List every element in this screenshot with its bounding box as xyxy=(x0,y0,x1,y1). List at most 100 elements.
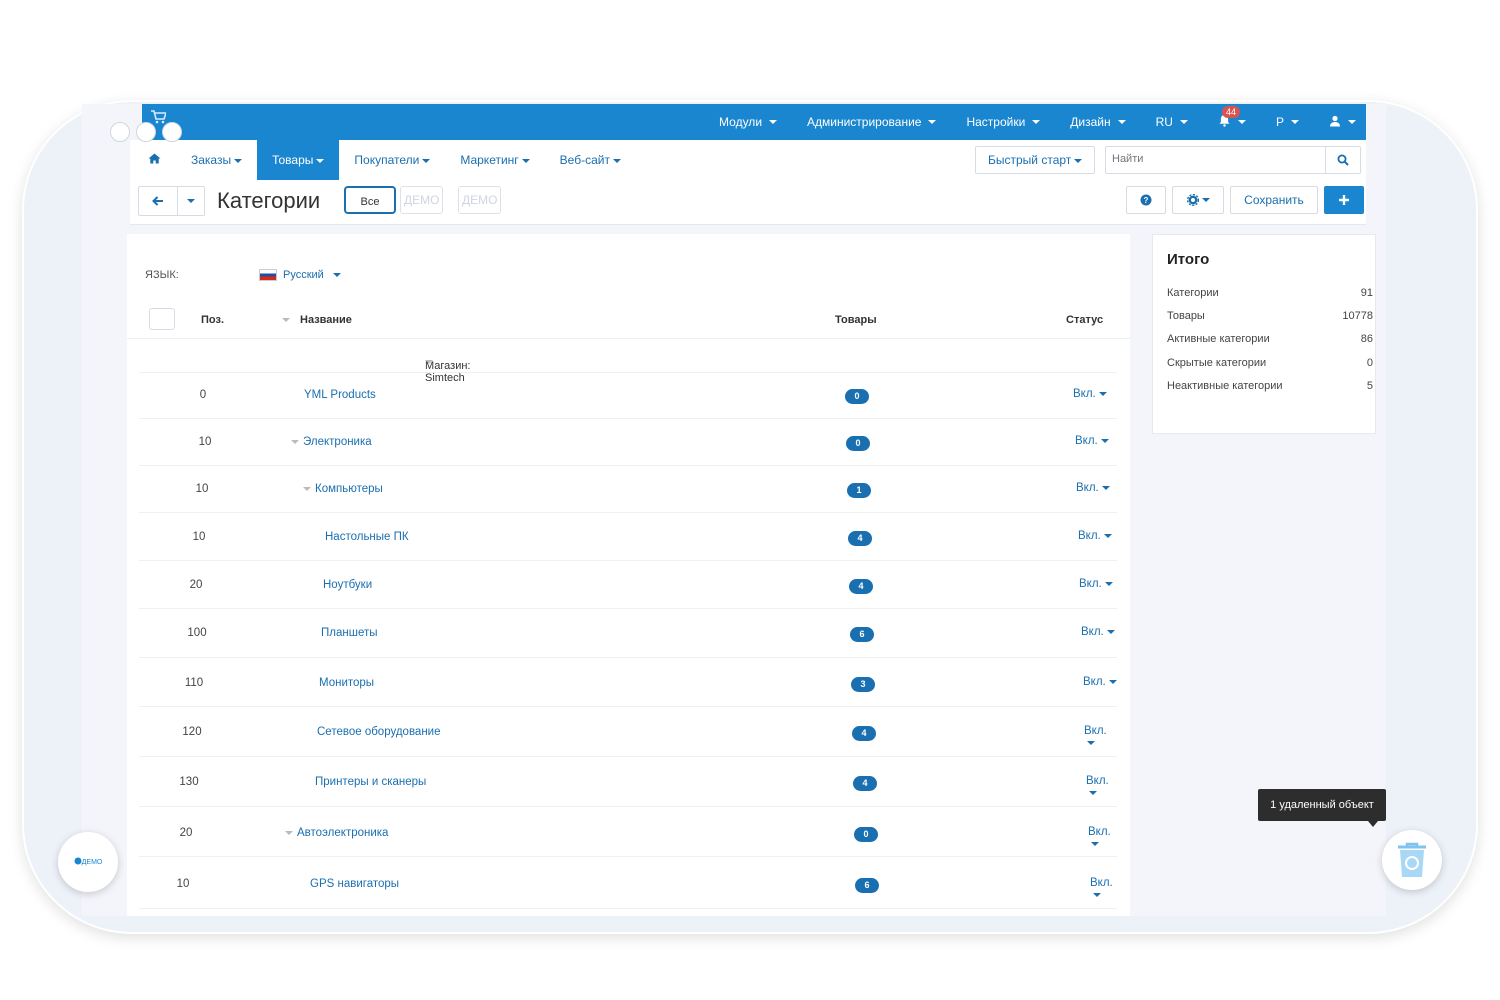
store-group-row[interactable]: Магазин: Simtech xyxy=(139,338,1117,384)
header-pos: Поз. xyxy=(201,314,225,326)
language-menu[interactable]: RU xyxy=(1156,115,1188,129)
category-link[interactable]: GPS навигаторы xyxy=(310,878,399,890)
filter-all-button[interactable]: Все xyxy=(344,186,396,214)
product-count-badge[interactable]: 6 xyxy=(850,627,874,642)
select-all-checkbox[interactable] xyxy=(149,308,175,330)
trash-icon[interactable] xyxy=(1382,830,1442,890)
menu-design[interactable]: Дизайн xyxy=(1070,115,1126,129)
status-dropdown[interactable]: Вкл. xyxy=(1090,877,1117,901)
language-select[interactable]: Русский xyxy=(259,269,341,281)
row-pos: 10 xyxy=(192,531,206,543)
totals-item: Активные категории 86 xyxy=(1167,333,1373,345)
product-count-badge[interactable]: 6 xyxy=(855,878,879,893)
tab-products[interactable]: Товары xyxy=(257,140,340,180)
row-pos: 10 xyxy=(195,483,209,495)
quickstart-button[interactable]: Быстрый старт xyxy=(975,146,1096,174)
status-dropdown[interactable]: Вкл. xyxy=(1081,626,1115,638)
category-link[interactable]: Настольные ПК xyxy=(325,531,409,543)
notifications-button[interactable]: 44 xyxy=(1218,106,1246,130)
top-bar: Модули Администрирование Настройки Дизай… xyxy=(142,104,1366,140)
search-box xyxy=(1105,146,1361,174)
demo-badge[interactable]: ДЕМО xyxy=(58,832,118,892)
table-row: 10 Настольные ПК 4 Вкл. xyxy=(139,512,1117,561)
product-count-badge[interactable]: 3 xyxy=(851,677,875,692)
totals-item: Товары 10778 xyxy=(1167,310,1373,322)
category-link[interactable]: Ноутбуки xyxy=(323,579,372,591)
trash-tooltip: 1 удаленный объект xyxy=(1258,789,1386,827)
product-count-badge[interactable]: 4 xyxy=(848,531,872,546)
header-status: Статус xyxy=(1066,314,1104,326)
table-header: Поз. Название Товары Статус xyxy=(127,304,1130,339)
totals-item: Скрытые категории 0 xyxy=(1167,357,1373,369)
language-label: ЯЗЫК: xyxy=(145,269,179,281)
back-dropdown-button[interactable] xyxy=(178,186,205,216)
russia-flag-icon xyxy=(259,269,277,281)
window-controls xyxy=(110,122,182,142)
status-dropdown[interactable]: Вкл. xyxy=(1078,530,1112,542)
product-count-badge[interactable]: 4 xyxy=(849,579,873,594)
category-link[interactable]: Компьютеры xyxy=(303,483,383,495)
save-button[interactable]: Сохранить xyxy=(1230,186,1318,214)
status-dropdown[interactable]: Вкл. xyxy=(1083,676,1117,688)
status-dropdown[interactable]: Вкл. xyxy=(1088,826,1117,850)
status-dropdown[interactable]: Вкл. xyxy=(1073,388,1107,400)
help-icon[interactable]: ? xyxy=(1126,186,1166,214)
svg-text:?: ? xyxy=(1144,196,1149,205)
back-button-group xyxy=(138,186,205,216)
totals-sidebar: Итого Категории 91 Товары 10778 Активные к… xyxy=(1152,234,1376,434)
user-menu[interactable] xyxy=(1329,115,1356,130)
table-row: 20 Ноутбуки 4 Вкл. xyxy=(139,560,1117,609)
tab-website[interactable]: Веб-сайт xyxy=(545,140,636,180)
product-count-badge[interactable]: 0 xyxy=(854,827,878,842)
row-pos: 110 xyxy=(184,677,204,689)
status-dropdown[interactable]: Вкл. xyxy=(1086,775,1117,799)
menu-modules[interactable]: Модули xyxy=(719,115,778,129)
table-row: 100 Планшеты 6 Вкл. xyxy=(139,608,1117,658)
category-link[interactable]: YML Products xyxy=(304,389,376,401)
page-title: Категории xyxy=(217,188,321,213)
demo-chip[interactable]: ДЕМО xyxy=(458,186,502,214)
menu-settings[interactable]: Настройки xyxy=(966,115,1041,129)
product-count-badge[interactable]: 0 xyxy=(846,436,870,451)
table-row: 20 Автоэлектроника 0 Вкл. xyxy=(139,806,1117,857)
gear-icon[interactable] xyxy=(1172,186,1224,214)
table-row: 130 Принтеры и сканеры 4 Вкл. xyxy=(139,756,1117,807)
search-icon[interactable] xyxy=(1325,147,1360,173)
product-count-badge[interactable]: 4 xyxy=(852,726,876,741)
category-link[interactable]: Сетевое оборудование xyxy=(317,726,441,738)
notification-badge: 44 xyxy=(1221,106,1240,118)
tab-customers[interactable]: Покупатели xyxy=(339,140,445,180)
table-row: 10 Компьютеры 1 Вкл. xyxy=(139,465,1117,513)
demo-chip[interactable]: ДЕМО xyxy=(400,186,444,214)
tab-orders[interactable]: Заказы xyxy=(176,140,257,180)
plus-icon[interactable] xyxy=(1324,186,1364,214)
status-dropdown[interactable]: Вкл. xyxy=(1084,725,1117,749)
category-link[interactable]: Автоэлектроника xyxy=(285,827,388,839)
row-pos: 130 xyxy=(179,776,199,788)
table-row: 10 Электроника 0 Вкл. xyxy=(139,418,1117,466)
status-dropdown[interactable]: Вкл. xyxy=(1076,482,1110,494)
tab-marketing[interactable]: Маркетинг xyxy=(445,140,544,180)
status-dropdown[interactable]: Вкл. xyxy=(1079,578,1113,590)
top-menu: Модули Администрирование Настройки Дизай… xyxy=(719,104,1356,140)
row-pos: 20 xyxy=(179,827,193,839)
status-dropdown[interactable]: Вкл. xyxy=(1075,435,1109,447)
totals-title: Итого xyxy=(1167,251,1210,268)
product-count-badge[interactable]: 4 xyxy=(853,776,877,791)
product-count-badge[interactable]: 1 xyxy=(847,483,871,498)
home-icon[interactable] xyxy=(130,140,176,180)
header-name[interactable]: Название xyxy=(282,314,352,326)
row-pos: 10 xyxy=(198,436,212,448)
app-screen: Модули Администрирование Настройки Дизай… xyxy=(82,104,1386,916)
category-link[interactable]: Планшеты xyxy=(321,627,378,639)
back-arrow-icon[interactable] xyxy=(138,186,178,216)
category-link[interactable]: Мониторы xyxy=(319,677,374,689)
product-count-badge[interactable]: 0 xyxy=(845,389,869,404)
category-link[interactable]: Электроника xyxy=(291,436,372,448)
search-input[interactable] xyxy=(1106,147,1328,171)
category-link[interactable]: Принтеры и сканеры xyxy=(315,776,426,788)
currency-menu[interactable]: Р xyxy=(1276,115,1299,129)
main-nav: Заказы Товары Покупатели Маркетинг Веб-с… xyxy=(130,140,1366,181)
menu-administration[interactable]: Администрирование xyxy=(807,115,937,129)
table-row: 110 Мониторы 3 Вкл. xyxy=(139,657,1117,707)
